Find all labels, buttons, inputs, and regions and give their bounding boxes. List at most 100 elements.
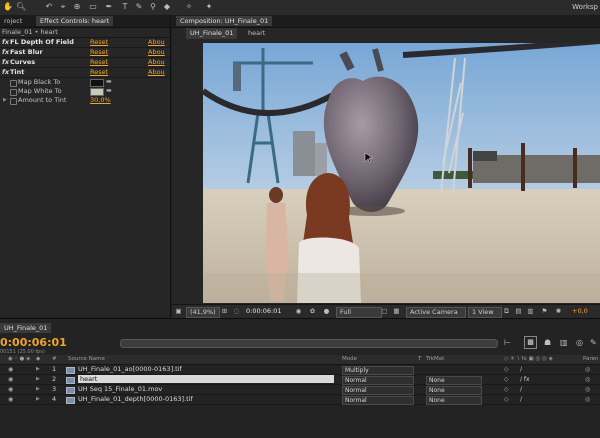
effect-row-fast-blur[interactable]: fx Fast Blur Reset Abou <box>0 48 170 58</box>
trkmat-header[interactable]: TrkMat <box>426 355 444 364</box>
reset-link[interactable]: Reset <box>90 48 108 57</box>
fx-icon[interactable]: fx <box>2 48 9 57</box>
comp-subtab-main[interactable]: UH_Finale_01 <box>186 28 238 39</box>
source-name-header[interactable]: Source Name <box>68 355 105 364</box>
region-of-interest-icon[interactable]: ▢ <box>380 307 389 316</box>
shy-switch-icon[interactable]: ◇ <box>504 365 509 374</box>
t-header[interactable]: T <box>418 355 421 364</box>
layer-name[interactable]: UH Seq 15_Finale_01.mov <box>78 385 162 394</box>
text-tool-icon[interactable]: T <box>120 2 130 12</box>
layer-row[interactable]: ◉ ▶ 3 UH Seq 15_Finale_01.mov Normal Non… <box>0 385 600 395</box>
timeline-current-time[interactable]: 0:00:06:01 <box>0 336 67 349</box>
quality-switch-icon[interactable]: ∕ <box>520 365 522 374</box>
rect-mask-tool-icon[interactable]: ▭ <box>88 2 98 12</box>
pan-behind-tool-icon[interactable]: ⊕ <box>72 2 82 12</box>
toggle-pixel-aspect-icon[interactable]: ⧉ <box>502 307 511 316</box>
exposure-value[interactable]: +0,0 <box>572 307 588 316</box>
current-time[interactable]: 0:00:06:01 <box>246 307 282 316</box>
mask-visibility-icon[interactable]: ◌ <box>232 307 241 316</box>
always-preview-icon[interactable]: ▣ <box>174 307 183 316</box>
effect-row-tint[interactable]: fx Tint Reset Abou <box>0 68 170 78</box>
disclosure-triangle-icon[interactable]: ▶ <box>36 365 40 374</box>
eraser-tool-icon[interactable]: ◆ <box>162 2 172 12</box>
draft-3d-icon[interactable]: ▩ <box>524 336 537 349</box>
visibility-eye-icon[interactable]: ◉ <box>8 375 13 384</box>
layer-name[interactable]: UH_Finale_01_depth[0000-0163].tif <box>78 395 193 404</box>
fx-icon[interactable]: fx <box>2 68 9 77</box>
brush-tool-icon[interactable]: ✎ <box>134 2 144 12</box>
color-swatch-white[interactable] <box>90 88 104 96</box>
pen-tool-icon[interactable]: ✒ <box>104 2 114 12</box>
parent-pickwhip-icon[interactable]: ◎ <box>585 365 590 374</box>
clone-stamp-tool-icon[interactable]: ⚲ <box>148 2 158 12</box>
fx-icon[interactable]: fx <box>2 58 9 67</box>
rotate-tool-icon[interactable]: ↶ <box>44 2 54 12</box>
eyedropper-icon[interactable]: ▬ <box>106 88 114 94</box>
reset-link[interactable]: Reset <box>90 38 108 47</box>
stopwatch-icon[interactable] <box>10 89 17 96</box>
eyedropper-icon[interactable]: ▬ <box>106 79 114 85</box>
disclosure-triangle-icon[interactable]: ▶ <box>36 385 40 394</box>
layer-row[interactable]: ◉ ▶ 1 UH_Finale_01_ao[0000-0163].tif Mul… <box>0 365 600 375</box>
effect-row-curves[interactable]: fx Curves Reset Abou <box>0 58 170 68</box>
disclosure-triangle-icon[interactable]: ▶ <box>36 375 40 384</box>
layer-name-rename-field[interactable]: heart <box>78 375 334 383</box>
shy-switch-icon[interactable]: ◇ <box>504 375 509 384</box>
quality-switch-icon[interactable]: ∕ <box>520 395 522 404</box>
hand-tool-icon[interactable]: ✋ <box>3 2 13 12</box>
blend-mode-dropdown[interactable]: Normal <box>342 396 414 405</box>
puppet-tool-icon[interactable]: ✦ <box>204 2 214 12</box>
show-channel-icon[interactable]: ✿ <box>308 307 317 316</box>
disclosure-triangle-icon[interactable]: ▶ <box>3 96 7 105</box>
motion-blur-icon[interactable]: ◎ <box>576 338 583 347</box>
amount-to-tint-value[interactable]: 30,0% <box>90 96 111 105</box>
visibility-eye-icon[interactable]: ◉ <box>8 365 13 374</box>
tab-effect-controls[interactable]: Effect Controls: heart <box>36 16 114 26</box>
zoom-dropdown[interactable]: (41,9%) <box>186 307 220 318</box>
track-matte-dropdown[interactable]: None <box>426 396 482 405</box>
about-link[interactable]: Abou <box>148 58 165 67</box>
camera-dropdown[interactable]: Active Camera <box>406 307 466 318</box>
effects-switch-icon[interactable]: ∕ fx <box>520 375 530 384</box>
shy-switch-icon[interactable]: ◇ <box>504 385 509 394</box>
fast-previews-icon[interactable]: ▤ <box>514 307 523 316</box>
parent-pickwhip-icon[interactable]: ◎ <box>585 395 590 404</box>
hide-shy-layers-icon[interactable]: ☗ <box>544 338 551 347</box>
comp-subtab-layer[interactable]: heart <box>244 28 269 39</box>
comp-mini-flowchart-icon[interactable]: ⊢ <box>504 338 511 347</box>
blend-mode-dropdown[interactable]: Normal <box>342 376 414 385</box>
reset-exposure-icon[interactable]: ✺ <box>554 307 563 316</box>
about-link[interactable]: Abou <box>148 38 165 47</box>
grid-icon[interactable]: ⊞ <box>220 307 229 316</box>
roto-brush-tool-icon[interactable]: ✧ <box>184 2 194 12</box>
quality-switch-icon[interactable]: ∕ <box>520 385 522 394</box>
graph-editor-icon[interactable]: ✎ <box>590 338 597 347</box>
disclosure-triangle-icon[interactable]: ▶ <box>36 395 40 404</box>
mode-header[interactable]: Mode <box>342 355 357 364</box>
tab-project[interactable]: roject <box>0 16 26 26</box>
flowchart-icon[interactable]: ⚑ <box>540 307 549 316</box>
resolution-dropdown[interactable]: Full <box>336 307 382 318</box>
fx-icon[interactable]: fx <box>2 38 9 47</box>
camera-tool-icon[interactable]: ⌖ <box>58 2 68 12</box>
timeline-search-input[interactable] <box>120 339 498 348</box>
reset-link[interactable]: Reset <box>90 68 108 77</box>
composition-viewer[interactable] <box>203 43 600 303</box>
layer-name[interactable]: UH_Finale_01_ao[0000-0163].tif <box>78 365 182 374</box>
color-channel-icon[interactable]: ● <box>322 307 331 316</box>
stopwatch-icon[interactable] <box>10 98 17 105</box>
frame-blending-icon[interactable]: ▥ <box>560 338 568 347</box>
effect-row-fl-depth-of-field[interactable]: fx FL Depth Of Field Reset Abou <box>0 38 170 48</box>
transparency-grid-icon[interactable]: ▦ <box>392 307 401 316</box>
blend-mode-dropdown[interactable]: Normal <box>342 386 414 395</box>
layer-row[interactable]: ◉ ▶ 4 UH_Finale_01_depth[0000-0163].tif … <box>0 395 600 405</box>
shy-switch-icon[interactable]: ◇ <box>504 395 509 404</box>
parent-pickwhip-icon[interactable]: ◎ <box>585 375 590 384</box>
layer-row[interactable]: ◉ ▶ 2 heart Normal None ◇ ∕ fx ◎ <box>0 375 600 385</box>
workspace-label[interactable]: Worksp <box>572 3 598 11</box>
blend-mode-dropdown[interactable]: Multiply <box>342 366 414 375</box>
stopwatch-icon[interactable] <box>10 80 17 87</box>
color-swatch-black[interactable] <box>90 79 104 87</box>
zoom-tool-icon[interactable]: 🔍︎ <box>16 2 26 12</box>
tab-timeline-comp[interactable]: UH_Finale_01 <box>0 323 52 333</box>
